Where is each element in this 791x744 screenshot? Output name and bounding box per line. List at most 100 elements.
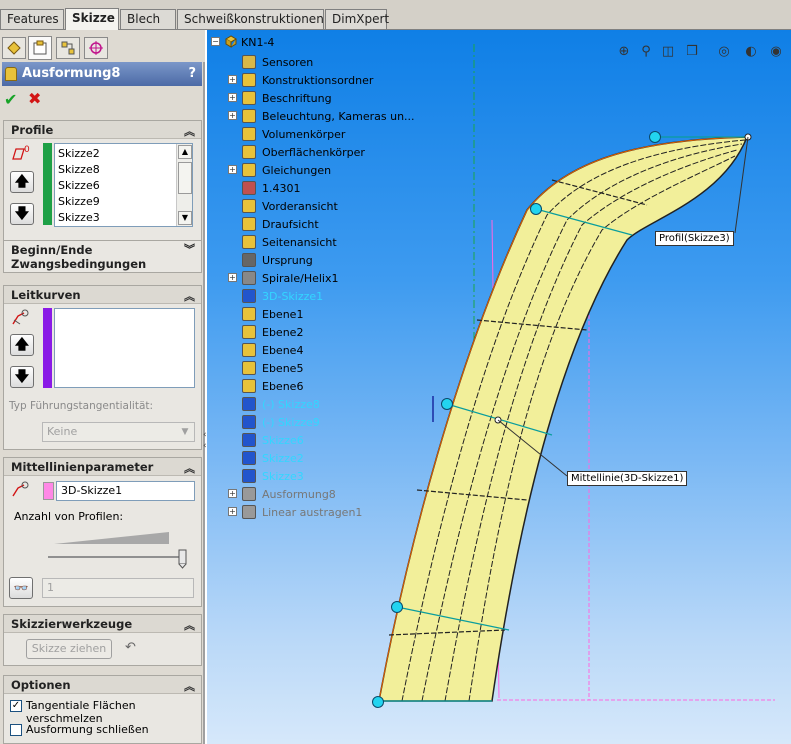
move-up-button[interactable]: 🡅: [10, 171, 34, 193]
tab-dimxpert[interactable]: DimXpert: [325, 9, 389, 29]
profiles-slider[interactable]: [44, 530, 189, 570]
undo-icon[interactable]: ↶: [125, 640, 136, 655]
centerline-callout[interactable]: Mittellinie(3D-Skizze1): [567, 471, 688, 486]
list-item[interactable]: Skizze8: [58, 163, 100, 176]
tab-blech[interactable]: Blech: [120, 9, 176, 29]
tree-item[interactable]: Spirale/Helix1: [262, 272, 338, 285]
collapse-root-icon[interactable]: −: [211, 37, 220, 46]
list-item[interactable]: Skizze2: [58, 147, 100, 160]
property-manager-tab-icon[interactable]: [28, 36, 52, 60]
scroll-thumb[interactable]: [178, 162, 192, 194]
previous-view-icon[interactable]: ◫: [659, 44, 677, 62]
sketch-tools-group: Skizzierwerkzeuge ︽ Skizze ziehen ↶: [3, 614, 202, 666]
profile-callout[interactable]: Profil(Skizze3): [655, 231, 734, 246]
expand-node-icon[interactable]: +: [228, 75, 237, 84]
tab-features[interactable]: Features: [0, 9, 64, 29]
tree-node-icon: [242, 181, 256, 195]
collapse-chevron-icon[interactable]: ︽: [184, 123, 195, 141]
graphics-area[interactable]: ⊕ ⚲ ◫ ❒ ◎ ◐ ◉ Profil(Skizze3) Mittellini…: [207, 30, 791, 744]
start-end-constraints-group[interactable]: Beginn/Ende Zwangsbedingungen ︾: [3, 240, 202, 273]
tree-item[interactable]: Ebene2: [262, 326, 303, 339]
dropdown-arrow-icon[interactable]: ▼: [178, 425, 192, 439]
guide-curves-header[interactable]: Leitkurven ︽: [4, 286, 201, 304]
expand-chevron-icon[interactable]: ︾: [184, 243, 195, 257]
help-button[interactable]: ?: [188, 62, 196, 86]
expand-node-icon[interactable]: +: [228, 165, 237, 174]
tree-item[interactable]: Ausformung8: [262, 488, 336, 501]
scroll-down-icon[interactable]: ▼: [178, 211, 192, 225]
expand-node-icon[interactable]: +: [228, 507, 237, 516]
tree-item[interactable]: Gleichungen: [262, 164, 331, 177]
list-item[interactable]: Skizze3: [58, 211, 100, 224]
tree-item[interactable]: Beleuchtung, Kameras un...: [262, 110, 415, 123]
tree-item[interactable]: Ebene4: [262, 344, 303, 357]
tree-item[interactable]: Oberflächenkörper: [262, 146, 365, 159]
tree-root[interactable]: KN1-4: [241, 36, 274, 49]
options-header[interactable]: Optionen ︽: [4, 676, 201, 694]
ok-check-icon[interactable]: ✔: [4, 90, 17, 109]
appearance-icon[interactable]: ◉: [767, 44, 785, 62]
tree-item[interactable]: Beschriftung: [262, 92, 332, 105]
tree-item[interactable]: Ursprung: [262, 254, 313, 267]
tree-item[interactable]: Volumenkörper: [262, 128, 345, 141]
tree-item[interactable]: Skizze6: [262, 434, 304, 447]
centerline-header[interactable]: Mittellinienparameter ︽: [4, 458, 201, 476]
tree-item[interactable]: (-) Skizze9: [262, 416, 320, 429]
tree-item[interactable]: Konstruktionsordner: [262, 74, 373, 87]
configuration-manager-tab-icon[interactable]: [56, 37, 80, 59]
tree-item[interactable]: Skizze2: [262, 452, 304, 465]
expand-node-icon[interactable]: +: [228, 111, 237, 120]
tab-schweisskonstruktionen[interactable]: Schweißkonstruktionen: [177, 9, 324, 29]
tree-item[interactable]: Seitenansicht: [262, 236, 337, 249]
part-icon: [225, 35, 237, 48]
centerline-field[interactable]: 3D-Skizze1: [56, 481, 195, 501]
close-loft-checkbox[interactable]: [10, 724, 22, 736]
merge-tangent-checkbox[interactable]: ✓: [10, 700, 22, 712]
profile-list[interactable]: Skizze2 Skizze8 Skizze6 Skizze9 Skizze3 …: [54, 143, 193, 227]
scroll-up-icon[interactable]: ▲: [178, 145, 192, 159]
display-style-icon[interactable]: ◐: [742, 44, 760, 62]
zoom-area-icon[interactable]: ⚲: [637, 44, 655, 62]
preview-glasses-icon[interactable]: 👓: [9, 577, 33, 599]
collapse-chevron-icon[interactable]: ︽: [184, 617, 195, 635]
tree-item[interactable]: Ebene6: [262, 380, 303, 393]
expand-node-icon[interactable]: +: [228, 489, 237, 498]
move-up-button[interactable]: 🡅: [10, 334, 34, 356]
guide-curves-list[interactable]: [54, 308, 195, 388]
tree-item[interactable]: Sensoren: [262, 56, 313, 69]
tree-item[interactable]: Draufsicht: [262, 218, 319, 231]
sketch-tools-header[interactable]: Skizzierwerkzeuge ︽: [4, 615, 201, 633]
view-orientation-icon[interactable]: ❒: [683, 44, 701, 62]
move-down-button[interactable]: 🡇: [10, 366, 34, 388]
profile-list-scrollbar[interactable]: ▲ ▼: [176, 144, 192, 226]
tangency-type-select[interactable]: Keine ▼: [42, 422, 195, 442]
tree-item[interactable]: Vorderansicht: [262, 200, 338, 213]
tree-item[interactable]: 3D-Skizze1: [262, 290, 323, 303]
expand-node-icon[interactable]: +: [228, 273, 237, 282]
move-down-button[interactable]: 🡇: [10, 203, 34, 225]
tree-item[interactable]: Ebene5: [262, 362, 303, 375]
collapse-chevron-icon[interactable]: ︽: [184, 678, 195, 696]
profile-group-header[interactable]: Profile ︽: [4, 121, 201, 139]
start-end-header[interactable]: Beginn/Ende Zwangsbedingungen ︾: [4, 241, 201, 271]
tree-node-icon: [242, 307, 256, 321]
profiles-count-field[interactable]: 1: [42, 578, 194, 598]
tree-item[interactable]: Linear austragen1: [262, 506, 362, 519]
drag-sketch-button[interactable]: Skizze ziehen: [26, 639, 112, 659]
tree-item[interactable]: (-) Skizze8: [262, 398, 320, 411]
collapse-chevron-icon[interactable]: ︽: [184, 460, 195, 478]
feature-tree-tab-icon[interactable]: [2, 37, 26, 59]
tree-item[interactable]: 1.4301: [262, 182, 301, 195]
tree-item[interactable]: Skizze3: [262, 470, 304, 483]
hide-show-icon[interactable]: ◎: [715, 44, 733, 62]
cancel-x-icon[interactable]: ✖: [28, 89, 41, 108]
tab-skizze[interactable]: Skizze: [65, 8, 119, 30]
tree-item[interactable]: Ebene1: [262, 308, 303, 321]
expand-node-icon[interactable]: +: [228, 93, 237, 102]
list-item[interactable]: Skizze9: [58, 195, 100, 208]
collapse-chevron-icon[interactable]: ︽: [184, 288, 195, 306]
list-item[interactable]: Skizze6: [58, 179, 100, 192]
zoom-to-fit-icon[interactable]: ⊕: [615, 44, 633, 62]
tree-node-icon: [242, 379, 256, 393]
dimxpert-manager-tab-icon[interactable]: [84, 37, 108, 59]
